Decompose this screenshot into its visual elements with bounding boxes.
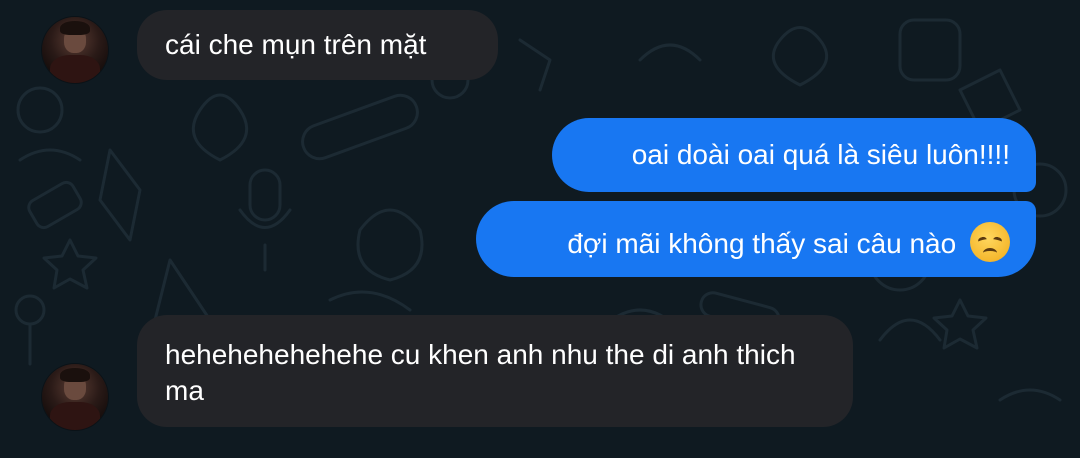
- outgoing-message-bubble[interactable]: oai doài oai quá là siêu luôn!!!!: [552, 118, 1036, 192]
- incoming-message-bubble[interactable]: hehehehehehehe cu khen anh nhu the di an…: [137, 315, 853, 427]
- incoming-message-bubble[interactable]: cái che mụn trên mặt: [137, 10, 498, 80]
- message-text: hehehehehehehe cu khen anh nhu the di an…: [165, 339, 796, 406]
- message-text: cái che mụn trên mặt: [165, 29, 427, 60]
- message-text: oai doài oai quá là siêu luôn!!!!: [631, 139, 1010, 170]
- user-avatar[interactable]: [42, 364, 108, 430]
- message-text: đợi mãi không thấy sai câu nào: [567, 228, 957, 259]
- outgoing-message-bubble[interactable]: đợi mãi không thấy sai câu nào: [476, 201, 1036, 277]
- disappointed-face-emoji-icon: [970, 222, 1010, 262]
- user-avatar[interactable]: [42, 17, 108, 83]
